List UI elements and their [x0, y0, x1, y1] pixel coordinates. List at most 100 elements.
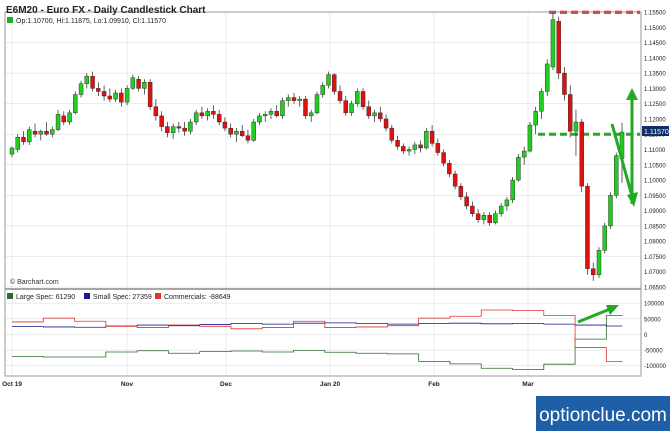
cot-series-line — [12, 309, 623, 363]
candle-body — [447, 163, 452, 175]
candle-body — [314, 94, 320, 114]
watermark: © Barchart.com — [10, 278, 59, 286]
price-tag-label: 1.11570 — [644, 129, 669, 136]
candle-body — [257, 115, 262, 123]
candle-body — [211, 111, 216, 115]
candle-body — [470, 205, 475, 214]
y-tick-label: 1.09500 — [644, 194, 666, 200]
candle-body — [245, 135, 251, 141]
candle-body — [412, 144, 418, 150]
candlestick-chart: 1.15500 1.15000 1.14500 1.14000 1.13500 1.130… — [2, 5, 670, 431]
chart-title: E6M20 - Euro FX - Daily Candlestick Char… — [6, 5, 206, 16]
candle-body — [372, 112, 377, 117]
candle-body — [406, 149, 412, 152]
candle-body — [205, 111, 210, 117]
legend-commercials: Commercials: -88649 — [164, 294, 231, 301]
candle-body — [429, 130, 435, 144]
cot-tick-label: -50000 — [644, 349, 663, 355]
y-tick-label: 1.14000 — [644, 56, 666, 62]
axes: 1.15500 1.15000 1.14500 1.14000 1.13500 1.130… — [2, 11, 667, 389]
candle-body — [119, 92, 124, 103]
y-tick-label: 1.14500 — [644, 41, 666, 47]
candle-body — [136, 79, 141, 89]
candle-body — [487, 214, 492, 224]
candle-body — [27, 129, 32, 143]
candle-body — [130, 77, 136, 89]
candle-body — [401, 146, 406, 152]
candle-body — [291, 97, 297, 101]
x-tick-label: Mar — [522, 381, 534, 388]
candle-body — [113, 92, 118, 100]
candle-body — [585, 185, 590, 269]
candle-body — [366, 106, 372, 117]
candle-body — [573, 121, 579, 132]
candle-body — [550, 19, 556, 68]
candle-body — [579, 121, 584, 187]
y-tick-label: 1.10000 — [644, 179, 666, 185]
candle-body — [38, 130, 43, 135]
candle-body — [280, 100, 285, 117]
candle-body — [142, 82, 147, 89]
candle-body — [67, 112, 72, 123]
candle-body — [234, 130, 239, 135]
candle-body — [170, 126, 176, 133]
candle-body — [147, 82, 153, 107]
candle-body — [84, 75, 90, 85]
candle-body — [539, 91, 544, 112]
y-tick-label: 1.06500 — [644, 286, 666, 292]
x-tick-label: Feb — [428, 381, 440, 388]
candle-body — [193, 112, 199, 123]
candle-body — [274, 111, 279, 117]
y-tick-label: 1.12500 — [644, 102, 666, 108]
y-tick-label: 1.13500 — [644, 72, 666, 78]
cot-series-line — [12, 322, 623, 328]
candle-body — [441, 152, 446, 164]
candle-body — [343, 100, 348, 114]
candle-body — [320, 85, 325, 95]
candle-body — [90, 75, 95, 89]
legend-large-spec: Large Spec: 61290 — [16, 294, 75, 301]
candle-body — [349, 103, 354, 114]
cot-tick-label: -100000 — [644, 364, 667, 370]
candle-body — [96, 88, 101, 92]
x-tick-label: Nov — [121, 381, 134, 388]
candle-body — [521, 150, 527, 158]
candle-body — [527, 124, 533, 152]
candles — [9, 12, 625, 281]
candle-body — [533, 111, 538, 126]
green-square-icon — [7, 17, 13, 23]
candle-body — [562, 72, 567, 95]
x-tick-label: Jan 20 — [320, 381, 341, 388]
candle-body — [458, 185, 464, 198]
candle-body — [268, 111, 274, 115]
candle-body — [452, 173, 458, 187]
candle-body — [61, 115, 67, 123]
y-tick-label: 1.08500 — [644, 224, 666, 230]
candle-body — [44, 130, 49, 135]
y-tick-label: 1.07500 — [644, 255, 666, 261]
candle-body — [101, 91, 107, 97]
candle-body — [475, 213, 481, 220]
candle-body — [360, 91, 366, 107]
y-tick-label: 1.12000 — [644, 117, 666, 123]
y-tick-label: 1.11000 — [644, 148, 666, 154]
candle-body — [50, 129, 55, 135]
y-tick-label: 1.15000 — [644, 26, 666, 32]
arrow-head-icon — [627, 192, 638, 207]
annotation-arrow-cot — [577, 307, 611, 324]
candle-body — [614, 155, 619, 196]
candle-body — [337, 91, 343, 101]
y-tick-label: 1.07000 — [644, 270, 666, 276]
cot-tick-label: 0 — [644, 333, 648, 339]
candle-body — [602, 225, 607, 251]
candle-body — [378, 112, 383, 120]
candle-body — [159, 115, 164, 127]
y-tick-label: 1.13000 — [644, 87, 666, 93]
candle-body — [222, 121, 228, 129]
candle-body — [481, 214, 487, 220]
arrow-head-icon — [626, 88, 638, 100]
candle-body — [493, 213, 498, 224]
candle-body — [556, 20, 561, 74]
cot-tick-label: 100000 — [644, 302, 665, 308]
candle-body — [303, 98, 308, 117]
